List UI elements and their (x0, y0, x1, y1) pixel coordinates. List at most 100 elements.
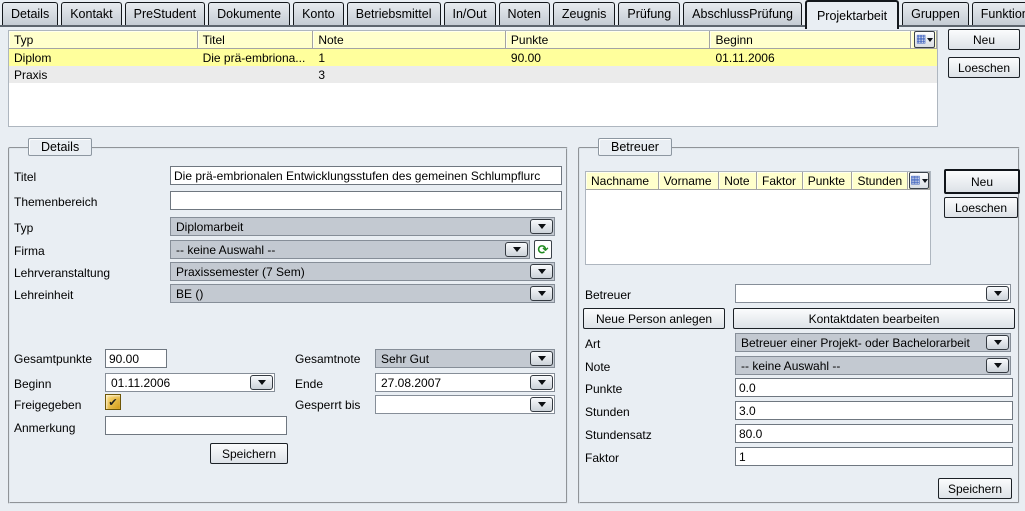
project-list-table: Typ Titel Note Punkte Beginn ▦ Diplom Di… (8, 30, 938, 127)
gesperrt-bis-label: Gesperrt bis (295, 398, 360, 412)
column-header-note[interactable]: Note (719, 172, 757, 190)
project-neu-button[interactable]: Neu (948, 29, 1020, 50)
gesamtpunkte-label: Gesamtpunkte (14, 352, 92, 366)
art-combobox-arrow-button[interactable] (986, 335, 1009, 350)
column-config-icon: ▦ (910, 175, 920, 186)
table-row[interactable]: Praxis 3 (9, 66, 937, 83)
firma-combobox-arrow-button[interactable] (505, 242, 528, 257)
chevron-down-icon (538, 269, 546, 274)
beginn-date-combobox[interactable]: 01.11.2006 (105, 373, 275, 392)
column-config-icon: ▦ (916, 34, 926, 45)
typ-label: Typ (14, 221, 33, 235)
chevron-down-icon (927, 38, 933, 42)
column-header-faktor[interactable]: Faktor (757, 172, 803, 190)
lehreinheit-combobox-arrow-button[interactable] (530, 286, 553, 301)
lehrveranstaltung-label: Lehrveranstaltung (14, 266, 110, 280)
column-header-vorname[interactable]: Vorname (659, 172, 720, 190)
betreuer-speichern-button[interactable]: Speichern (938, 478, 1012, 499)
lehreinheit-label: Lehreinheit (14, 288, 73, 302)
tab-kontakt[interactable]: Kontakt (61, 2, 121, 25)
art-label: Art (585, 337, 600, 351)
tab-prestudent[interactable]: PreStudent (125, 2, 206, 25)
tab-betriebsmittel[interactable]: Betriebsmittel (347, 2, 441, 25)
column-header-nachname[interactable]: Nachname (586, 172, 659, 190)
details-speichern-button[interactable]: Speichern (210, 443, 288, 464)
titel-input[interactable] (170, 166, 562, 185)
gesamtpunkte-input[interactable] (105, 349, 167, 368)
chevron-down-icon (538, 356, 546, 361)
kontaktdaten-bearbeiten-button[interactable]: Kontaktdaten bearbeiten (733, 308, 1015, 329)
stundensatz-label: Stundensatz (585, 428, 652, 442)
tab-gruppen[interactable]: Gruppen (902, 2, 969, 25)
tab-funktionen[interactable]: Funktionen (972, 2, 1025, 25)
faktor-input[interactable] (735, 447, 1013, 466)
art-combobox[interactable]: Betreuer einer Projekt- oder Bachelorarb… (735, 333, 1011, 352)
freigegeben-checkbox[interactable]: ✔ (105, 394, 121, 410)
column-header-stunden[interactable]: Stunden (852, 172, 908, 190)
tab-details[interactable]: Details (2, 2, 58, 25)
column-header-titel[interactable]: Titel (198, 31, 314, 49)
tab-abschlusspruefung[interactable]: AbschlussPrüfung (683, 2, 802, 25)
stunden-input[interactable] (735, 401, 1013, 420)
gesperrt-bis-date-combobox[interactable] (375, 395, 555, 414)
betreuer-combobox-arrow-button[interactable] (986, 286, 1009, 301)
column-config-cell: ▦ (908, 172, 930, 190)
project-loeschen-button[interactable]: Loeschen (948, 57, 1020, 78)
cell-note: 3 (313, 66, 506, 83)
column-header-beginn[interactable]: Beginn (710, 31, 911, 49)
tab-projektarbeit[interactable]: Projektarbeit (805, 0, 899, 29)
tab-pruefung[interactable]: Prüfung (618, 2, 680, 25)
cell-note: 1 (313, 49, 506, 66)
betreuer-combobox[interactable] (735, 284, 1011, 303)
tab-konto[interactable]: Konto (293, 2, 344, 25)
typ-combobox-value: Diplomarbeit (176, 220, 243, 234)
cell-beginn: 01.11.2006 (710, 49, 911, 66)
betreuer-loeschen-button[interactable]: Loeschen (944, 197, 1018, 218)
tab-noten[interactable]: Noten (499, 2, 550, 25)
typ-combobox-arrow-button[interactable] (530, 219, 553, 234)
note-combobox[interactable]: -- keine Auswahl -- (735, 356, 1011, 375)
betreuer-neu-button[interactable]: Neu (944, 169, 1020, 194)
projektarbeit-screen: Details Kontakt PreStudent Dokumente Kon… (0, 0, 1025, 511)
beginn-date-arrow-button[interactable] (250, 375, 273, 390)
cell-punkte: 90.00 (506, 49, 711, 66)
chevron-down-icon (994, 291, 1002, 296)
chevron-down-icon (538, 224, 546, 229)
note-combobox-arrow-button[interactable] (986, 358, 1009, 373)
faktor-label: Faktor (585, 451, 619, 465)
tab-inout[interactable]: In/Out (444, 2, 496, 25)
lehreinheit-combobox[interactable]: BE () (170, 284, 555, 303)
ende-date-combobox[interactable]: 27.08.2007 (375, 373, 555, 392)
column-config-cell: ▦ (911, 31, 937, 49)
project-list-header: Typ Titel Note Punkte Beginn ▦ (9, 31, 937, 49)
column-config-button[interactable]: ▦ (914, 31, 935, 48)
gesamtnote-combobox-arrow-button[interactable] (530, 351, 553, 366)
tab-dokumente[interactable]: Dokumente (208, 2, 290, 25)
note-label: Note (585, 360, 610, 374)
stundensatz-input[interactable] (735, 424, 1013, 443)
firma-refresh-button[interactable]: ⟳ (534, 240, 552, 259)
anmerkung-input[interactable] (105, 416, 287, 435)
lehrveranstaltung-combobox-arrow-button[interactable] (530, 264, 553, 279)
beginn-date-value: 01.11.2006 (111, 376, 170, 390)
firma-combobox[interactable]: -- keine Auswahl -- (170, 240, 530, 259)
column-header-punkte[interactable]: Punkte (506, 31, 711, 49)
column-header-note[interactable]: Note (313, 31, 506, 49)
gesperrt-bis-date-arrow-button[interactable] (530, 397, 553, 412)
column-config-button[interactable]: ▦ (909, 172, 928, 189)
tab-zeugnis[interactable]: Zeugnis (553, 2, 615, 25)
column-header-punkte[interactable]: Punkte (803, 172, 853, 190)
punkte-input[interactable] (735, 378, 1013, 397)
art-combobox-value: Betreuer einer Projekt- oder Bachelorarb… (741, 336, 970, 350)
lehreinheit-combobox-value: BE () (176, 287, 203, 301)
ende-date-arrow-button[interactable] (530, 375, 553, 390)
note-combobox-value: -- keine Auswahl -- (741, 359, 840, 373)
neue-person-anlegen-button[interactable]: Neue Person anlegen (583, 308, 725, 329)
lehrveranstaltung-combobox[interactable]: Praxissemester (7 Sem) (170, 262, 555, 281)
gesamtnote-combobox[interactable]: Sehr Gut (375, 349, 555, 368)
typ-combobox[interactable]: Diplomarbeit (170, 217, 555, 236)
themenbereich-input[interactable] (170, 191, 562, 210)
table-row[interactable]: Diplom Die prä-embriona... 1 90.00 01.11… (9, 49, 937, 66)
freigegeben-label: Freigegeben (14, 398, 81, 412)
column-header-typ[interactable]: Typ (9, 31, 198, 49)
